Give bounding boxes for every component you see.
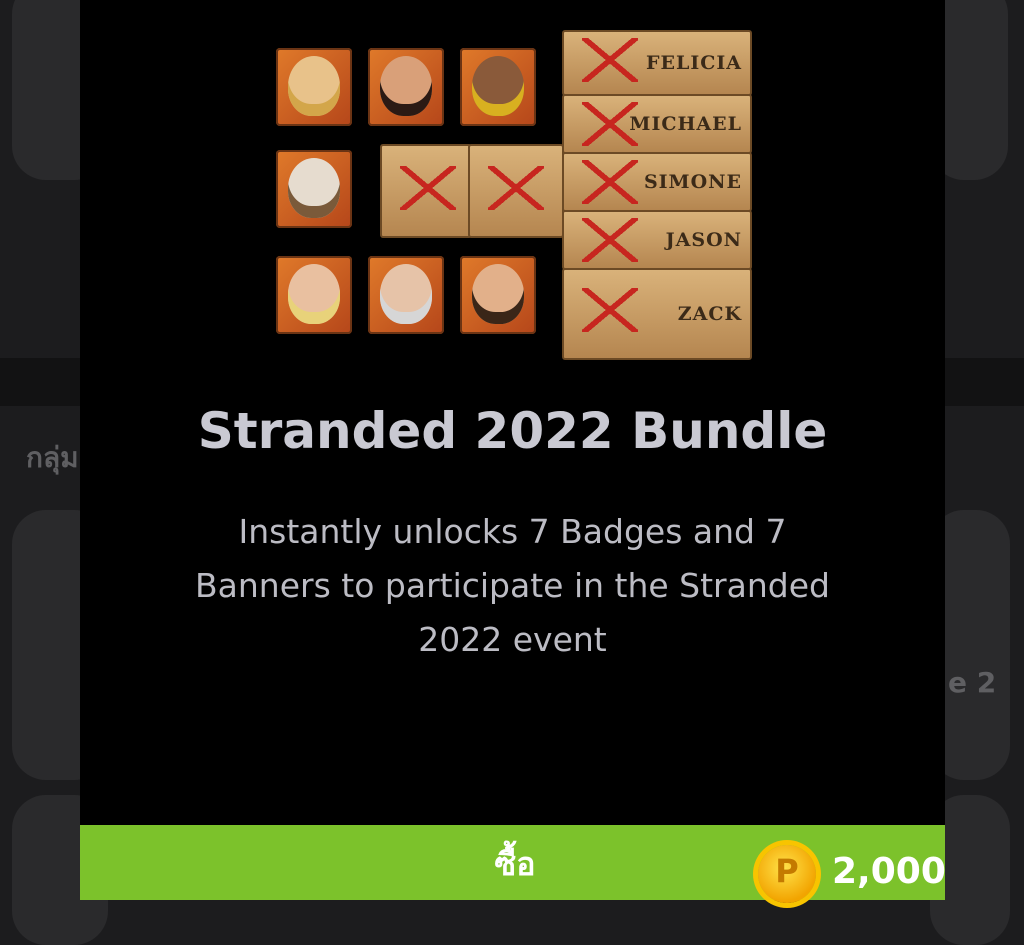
- price-label: 2,000: [832, 851, 946, 892]
- banner-crossed: [380, 144, 472, 238]
- bundle-artwork: FELICIA MICHAEL SIMONE JASON ZACK: [272, 28, 752, 360]
- banner-felicia: FELICIA: [562, 30, 752, 96]
- bundle-description: Instantly unlocks 7 Badges and 7 Banners…: [195, 512, 830, 659]
- badge-icon: [460, 256, 536, 334]
- coin-icon: P: [758, 845, 816, 903]
- badge-icon: [276, 48, 352, 126]
- badge-icon: [460, 48, 536, 126]
- badge-icon: [368, 48, 444, 126]
- background-group-label: กลุ่ม: [26, 441, 79, 474]
- badge-icon: [276, 256, 352, 334]
- background-side-text: e 2: [948, 666, 997, 699]
- banner-crossed: [468, 144, 564, 238]
- coin-symbol: P: [775, 852, 799, 890]
- badge-icon: [368, 256, 444, 334]
- banner-michael: MICHAEL: [562, 94, 752, 154]
- banner-simone: SIMONE: [562, 152, 752, 212]
- banner-zack: ZACK: [562, 268, 752, 360]
- banner-jason: JASON: [562, 210, 752, 270]
- badge-icon: [276, 150, 352, 228]
- bundle-modal: FELICIA MICHAEL SIMONE JASON ZACK Strand…: [80, 0, 946, 903]
- bundle-title: Stranded 2022 Bundle: [197, 402, 828, 460]
- buy-button[interactable]: ซื้อ P 2,000: [80, 825, 946, 903]
- buy-label: ซื้อ: [494, 845, 536, 883]
